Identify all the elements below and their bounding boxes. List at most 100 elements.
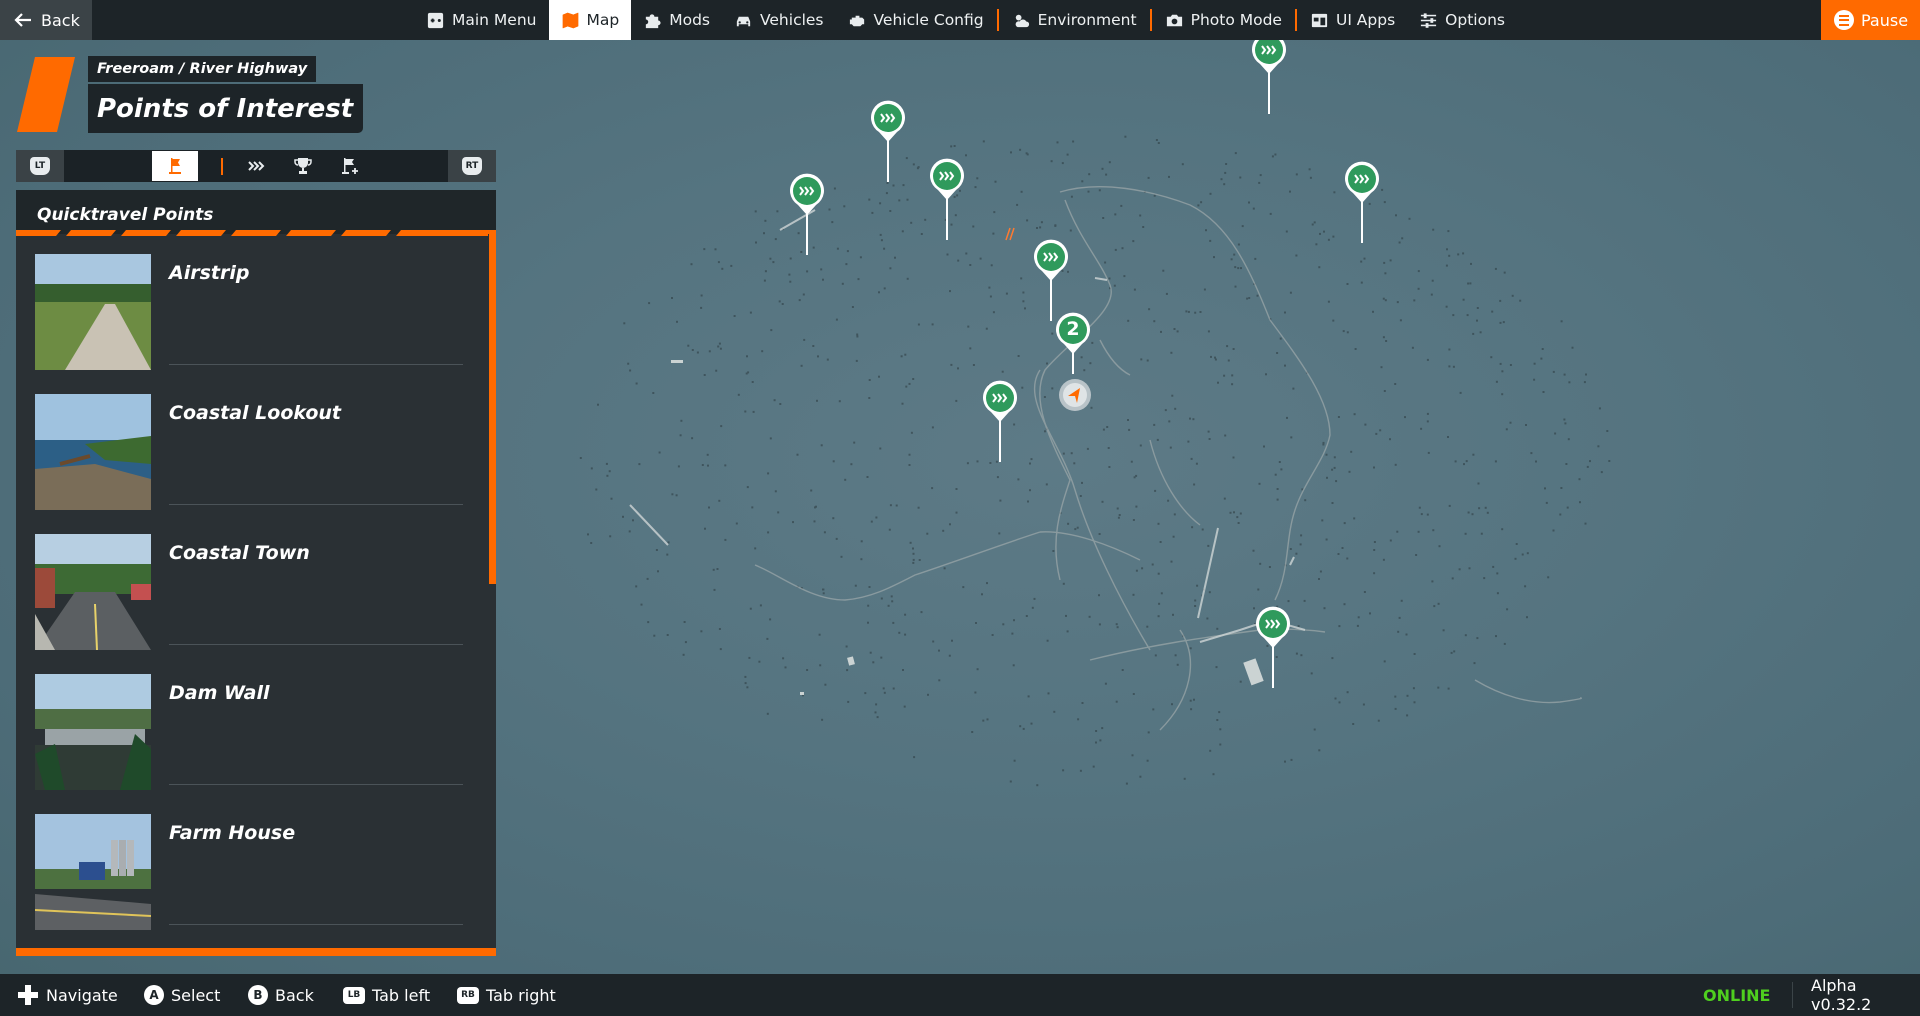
a-button-icon: A: [144, 985, 164, 1005]
online-status: ONLINE: [1703, 985, 1771, 1005]
list-item[interactable]: Coastal Lookout: [35, 394, 479, 534]
quicktravel-pin[interactable]: [1252, 32, 1286, 142]
nav-map[interactable]: Map: [548, 0, 632, 40]
nav-main-menu[interactable]: Main Menu: [414, 0, 549, 40]
list-item[interactable]: Dam Wall: [35, 674, 479, 814]
status-divider: [1792, 982, 1793, 1008]
nav-separator: [996, 9, 999, 31]
bottom-bar: Navigate A Select B Back LB Tab left RB …: [0, 974, 1920, 1016]
lt-badge: LT: [30, 157, 50, 175]
version-label: Alpha v0.32.2: [1811, 976, 1872, 1014]
hint-label: Back: [275, 985, 314, 1005]
page-title: Points of Interest: [88, 84, 364, 133]
flag-add-icon: [342, 158, 358, 174]
puzzle-icon: [646, 13, 661, 28]
nav-label: Photo Mode: [1190, 11, 1282, 29]
map-icon: [562, 12, 578, 28]
tab-quicktravel[interactable]: [233, 151, 279, 181]
tab-challenges[interactable]: [280, 151, 326, 181]
list-item[interactable]: Coastal Town: [35, 534, 479, 674]
thumbnail-airstrip: [35, 254, 151, 370]
tab-custom-markers[interactable]: [327, 151, 373, 181]
hint-tab-left: LB Tab left: [343, 974, 430, 1016]
item-divider: [169, 504, 463, 505]
item-label: Farm House: [169, 822, 296, 844]
main-nav: Main Menu Map Mods Vehicles Vehicle Conf…: [414, 0, 1517, 40]
item-label: Airstrip: [169, 262, 250, 284]
pause-label: Pause: [1861, 10, 1909, 30]
nav-separator: [1294, 9, 1297, 31]
nav-label: UI Apps: [1335, 11, 1396, 29]
cluster-pin[interactable]: 2: [1056, 312, 1090, 382]
quicktravel-pin[interactable]: [790, 173, 824, 283]
nav-label: Map: [586, 11, 620, 29]
hint-label: Select: [171, 985, 221, 1005]
sliders-icon: [1421, 12, 1437, 28]
nav-label: Environment: [1037, 11, 1137, 29]
quicktravel-panel: Quicktravel Points Airstrip Coastal Look…: [16, 190, 496, 956]
back-button[interactable]: Back: [0, 0, 92, 40]
hint-select: A Select: [144, 974, 220, 1016]
cluster-count: 2: [1066, 318, 1080, 340]
nav-environment[interactable]: Environment: [1000, 0, 1149, 40]
rb-button-icon: RB: [457, 986, 479, 1004]
lb-button-icon: LB: [343, 986, 365, 1004]
pause-button[interactable]: Pause: [1821, 0, 1920, 40]
menu-lines-icon: [1834, 10, 1854, 30]
nav-ui-apps[interactable]: UI Apps: [1298, 0, 1407, 40]
quicktravel-icon: [248, 161, 265, 171]
quicktravel-pin[interactable]: [1256, 606, 1290, 716]
accent-stripe: [17, 57, 75, 132]
nav-separator: [1149, 9, 1152, 31]
thumbnail-coastal-lookout: [35, 394, 151, 510]
thumbnail-coastal-town: [35, 534, 151, 650]
nav-label: Main Menu: [452, 11, 537, 29]
item-label: Coastal Lookout: [169, 402, 341, 424]
quicktravel-pin[interactable]: [871, 100, 905, 210]
panel-title: Quicktravel Points: [37, 205, 214, 225]
nav-options[interactable]: Options: [1407, 0, 1517, 40]
list-item[interactable]: Airstrip: [35, 254, 479, 394]
item-divider: [169, 364, 463, 365]
nav-mods[interactable]: Mods: [631, 0, 722, 40]
weather-icon: [1015, 14, 1029, 27]
nav-label: Vehicles: [760, 11, 824, 29]
tab-separator: [221, 158, 223, 175]
tab-left-bumper[interactable]: LT: [16, 150, 64, 182]
camera-icon: [1166, 14, 1182, 26]
main-menu-icon: [427, 12, 444, 28]
tab-spawn-points[interactable]: [152, 151, 198, 181]
ui-apps-icon: [1311, 13, 1328, 27]
hint-label: Navigate: [46, 985, 118, 1005]
quicktravel-pin[interactable]: [983, 380, 1017, 490]
item-divider: [169, 784, 463, 785]
spawn-point-icon: [169, 158, 181, 174]
back-label: Back: [41, 10, 80, 30]
item-divider: [169, 644, 463, 645]
header-stripe: [16, 230, 496, 236]
top-bar: Back Main Menu Map Mods Vehicles Vehicle…: [0, 0, 1920, 40]
car-icon: [736, 16, 751, 26]
nav-label: Vehicle Config: [873, 11, 984, 29]
tab-right-bumper[interactable]: RT: [448, 150, 496, 182]
rt-badge: RT: [462, 157, 482, 175]
item-divider: [169, 924, 463, 925]
quicktravel-pin[interactable]: [1345, 161, 1379, 271]
nav-vehicle-config[interactable]: Vehicle Config: [836, 0, 996, 40]
nav-photo-mode[interactable]: Photo Mode: [1153, 0, 1294, 40]
item-label: Coastal Town: [169, 542, 310, 564]
quicktravel-pin[interactable]: [930, 158, 964, 268]
thumbnail-dam-wall: [35, 674, 151, 790]
hint-navigate: Navigate: [17, 974, 118, 1016]
nav-label: Mods: [669, 11, 710, 29]
trophy-icon: [294, 158, 312, 174]
scrollbar-thumb[interactable]: [489, 234, 496, 584]
nav-vehicles[interactable]: Vehicles: [722, 0, 836, 40]
hint-label: Tab left: [372, 985, 431, 1005]
list-item[interactable]: Farm House: [35, 814, 479, 954]
player-marker: [1058, 378, 1092, 412]
arrow-left-icon: [14, 13, 31, 27]
b-button-icon: B: [248, 985, 268, 1005]
hint-back: B Back: [248, 974, 314, 1016]
dpad-icon: [18, 985, 38, 1005]
